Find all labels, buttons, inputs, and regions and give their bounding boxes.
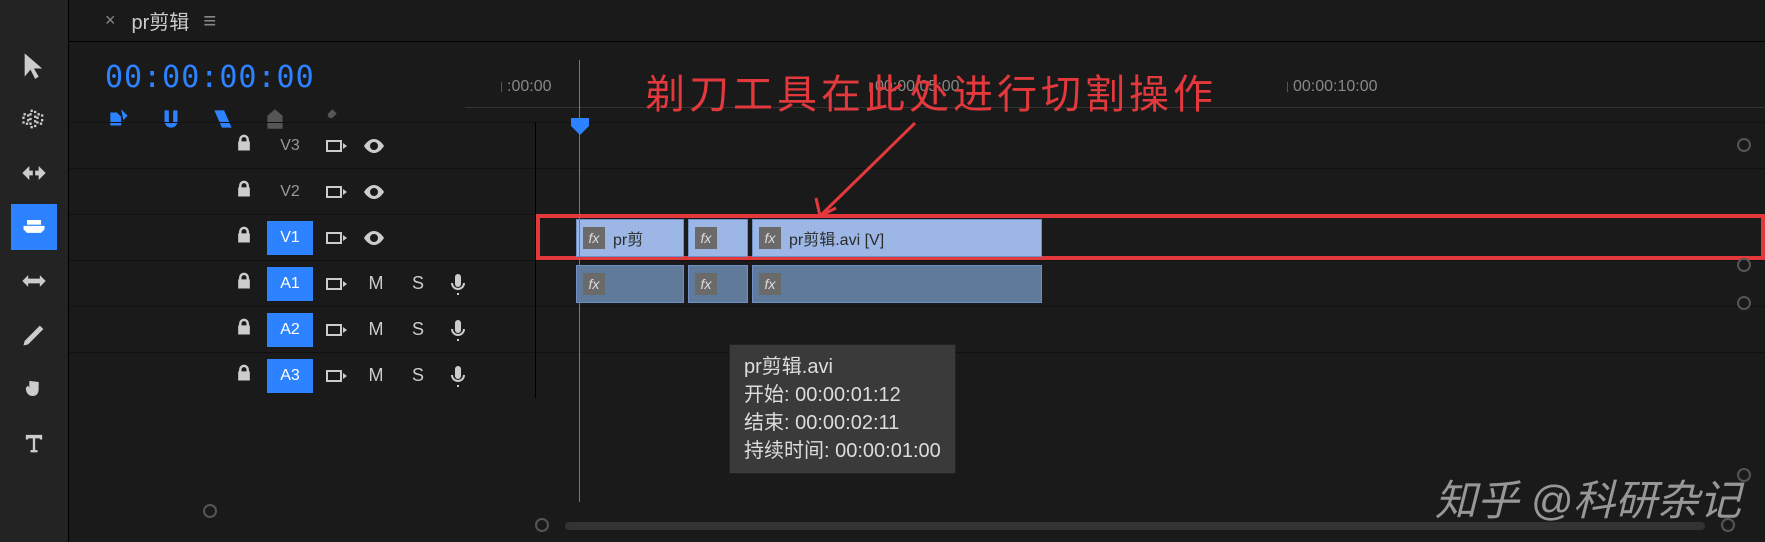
track-lane[interactable] [536,168,1765,214]
fx-badge-icon: fx [759,273,781,295]
video-track-header: V1 [69,214,535,260]
video-track-header: V3 [69,122,535,168]
track-lane[interactable] [536,306,1765,352]
lock-icon[interactable] [229,225,259,250]
voiceover-icon[interactable] [443,269,473,299]
tab-menu-icon[interactable]: ≡ [203,8,216,34]
track-target-toggle[interactable]: A2 [267,313,313,347]
ripple-edit-tool[interactable] [11,150,57,196]
clip[interactable]: fxpr剪 [576,219,684,257]
track-scroll-handle[interactable] [1737,138,1751,152]
pen-tool[interactable] [11,312,57,358]
voiceover-icon[interactable] [443,315,473,345]
annotation-arrow-icon [805,118,925,233]
clip[interactable]: fx [576,265,684,303]
track-lane[interactable]: fxpr剪fxfxpr剪辑.avi [V] [536,214,1765,260]
sync-lock-icon[interactable] [321,177,351,207]
selection-tool[interactable] [11,42,57,88]
mute-button[interactable]: M [359,319,393,340]
track-select-tool[interactable] [11,96,57,142]
solo-button[interactable]: S [401,273,435,294]
video-zoom-handle[interactable] [1737,258,1751,272]
track-target-toggle[interactable]: V3 [267,129,313,163]
fx-badge-icon: fx [583,227,605,249]
track-lane[interactable]: fx fx fx [536,260,1765,306]
hand-tool[interactable] [11,366,57,412]
lock-icon[interactable] [229,317,259,342]
track-target-toggle[interactable]: V1 [267,221,313,255]
lock-icon[interactable] [229,133,259,158]
track-target-toggle[interactable]: A1 [267,267,313,301]
audio-track-header: A3 MS [69,352,535,398]
clip-label: pr剪 [613,226,643,250]
left-zoom-knob[interactable] [203,504,217,518]
sync-lock-icon[interactable] [321,361,351,391]
razor-tool[interactable] [11,204,57,250]
audio-zoom-handle[interactable] [1737,296,1751,310]
playhead-handle-icon[interactable] [571,118,589,141]
sequence-tab-bar: × pr剪辑 ≡ [69,0,1765,42]
lock-icon[interactable] [229,363,259,388]
sync-lock-icon[interactable] [321,269,351,299]
track-lane[interactable] [536,122,1765,168]
type-tool[interactable] [11,420,57,466]
audio-track-header: A2 MS [69,306,535,352]
fx-badge-icon: fx [759,227,781,249]
clip[interactable]: fx [752,265,1042,303]
watermark: 知乎 @科研杂记 [1435,467,1741,528]
sequence-tab-title[interactable]: pr剪辑 [132,6,190,35]
track-target-toggle[interactable]: V2 [267,175,313,209]
track-lane[interactable] [536,352,1765,398]
annotation-text: 剃刀工具在此处进行切割操作 [645,62,1217,120]
tool-palette [0,0,68,542]
slip-tool[interactable] [11,258,57,304]
eye-icon[interactable] [359,131,389,161]
solo-button[interactable]: S [401,319,435,340]
video-track-header: V2 [69,168,535,214]
sync-lock-icon[interactable] [321,223,351,253]
track-target-toggle[interactable]: A3 [267,359,313,393]
eye-icon[interactable] [359,177,389,207]
lock-icon[interactable] [229,179,259,204]
mute-button[interactable]: M [359,365,393,386]
eye-icon[interactable] [359,223,389,253]
fx-badge-icon: fx [695,273,717,295]
audio-track-header: A1 MS [69,260,535,306]
solo-button[interactable]: S [401,365,435,386]
clip[interactable]: fx [688,265,748,303]
fx-badge-icon: fx [695,227,717,249]
mute-button[interactable]: M [359,273,393,294]
voiceover-icon[interactable] [443,361,473,391]
clip-tooltip: pr剪辑.avi 开始: 00:00:01:12 结束: 00:00:02:11… [729,344,956,474]
close-icon[interactable]: × [105,10,116,31]
tooltip-title: pr剪辑.avi [744,353,941,381]
sync-lock-icon[interactable] [321,315,351,345]
ruler-tick: 00:00:10:00 [1293,78,1378,96]
sync-lock-icon[interactable] [321,131,351,161]
clip[interactable]: fx [688,219,748,257]
playhead-timecode[interactable]: 00:00:00:00 [105,60,465,95]
lock-icon[interactable] [229,271,259,296]
ruler-tick: :00:00 [507,78,551,96]
fx-badge-icon: fx [583,273,605,295]
